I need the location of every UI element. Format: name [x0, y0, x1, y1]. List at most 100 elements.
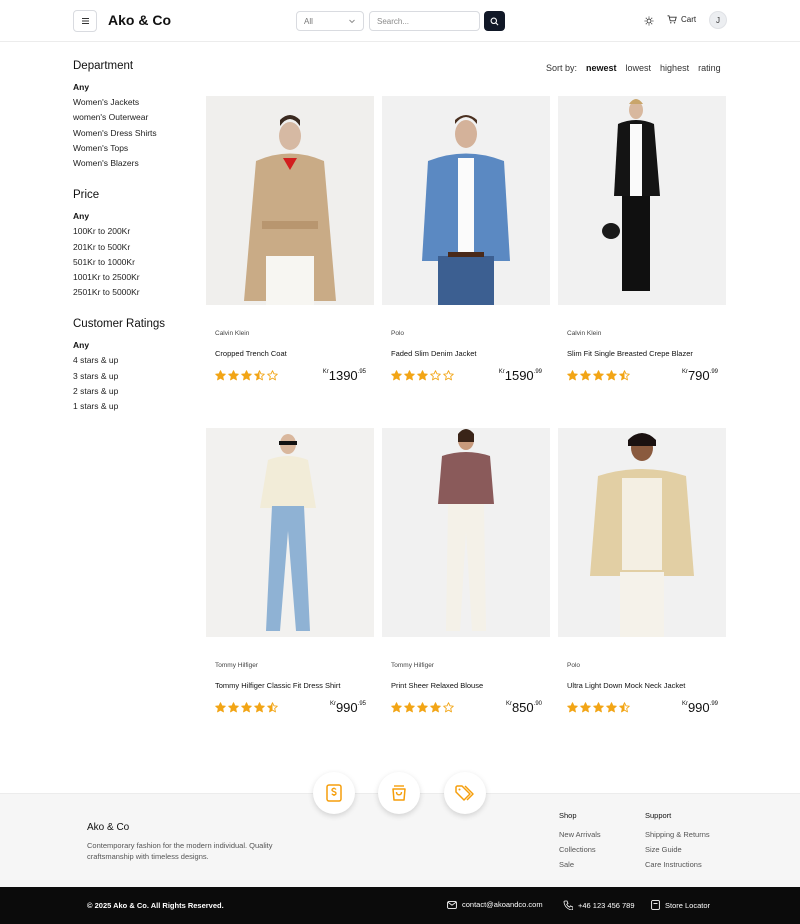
star-filled-icon	[404, 370, 415, 381]
department-option[interactable]: Women's Jackets	[73, 95, 193, 110]
search-button[interactable]	[484, 11, 505, 31]
rating-option[interactable]: 1 stars & up	[73, 399, 193, 414]
product-image[interactable]	[382, 428, 550, 637]
star-empty-icon	[443, 702, 454, 713]
menu-button[interactable]	[73, 10, 97, 32]
sort-highest[interactable]: highest	[660, 63, 689, 73]
price-cents: .90	[533, 701, 542, 707]
brand-logo[interactable]: Ako & Co	[108, 12, 171, 28]
rating-stars	[391, 370, 454, 381]
price-main: 850	[511, 700, 534, 715]
shopping-feature-button[interactable]	[378, 772, 420, 814]
product-price: Kr990.95	[330, 700, 366, 715]
star-filled-icon	[404, 702, 415, 713]
product-image[interactable]	[558, 96, 726, 305]
hamburger-icon	[81, 18, 89, 24]
footer-link-sale[interactable]: Sale	[559, 860, 601, 875]
product-card[interactable]: Polo Ultra Light Down Mock Neck Jacket K…	[558, 428, 726, 716]
sort-rating[interactable]: rating	[698, 63, 721, 73]
footer-link-size-guide[interactable]: Size Guide	[645, 845, 710, 860]
product-image[interactable]	[382, 96, 550, 305]
price-filter: Price Any 100Kr to 200Kr 201Kr to 500Kr …	[73, 189, 193, 300]
product-price: Kr1390.95	[323, 368, 366, 383]
product-name[interactable]: Tommy Hilfiger Classic Fit Dress Shirt	[215, 681, 374, 692]
footer-link-shipping[interactable]: Shipping & Returns	[645, 830, 710, 845]
price-option[interactable]: 201Kr to 500Kr	[73, 240, 193, 255]
star-empty-icon	[443, 370, 454, 381]
star-filled-icon	[241, 702, 252, 713]
product-card[interactable]: Tommy Hilfiger Print Sheer Relaxed Blous…	[382, 428, 550, 716]
price-option[interactable]: Any	[73, 209, 193, 224]
price-option[interactable]: 501Kr to 1000Kr	[73, 255, 193, 270]
department-option[interactable]: Women's Dress Shirts	[73, 126, 193, 141]
product-card[interactable]: Polo Faded Slim Denim Jacket Kr1590.99	[382, 96, 550, 384]
department-filter: Department Any Women's Jackets women's O…	[73, 60, 193, 171]
tags-feature-button[interactable]	[444, 772, 486, 814]
currency-symbol: Kr	[505, 701, 512, 707]
copyright-text: © 2025 Ako & Co. All Rights Reserved.	[87, 901, 224, 910]
rating-option[interactable]: 4 stars & up	[73, 353, 193, 368]
bottom-bar: © 2025 Ako & Co. All Rights Reserved. co…	[0, 887, 800, 924]
store-locator-link[interactable]: Store Locator	[651, 900, 710, 910]
product-image[interactable]	[558, 428, 726, 637]
star-filled-icon	[580, 370, 591, 381]
footer-brand: Ako & Co	[87, 822, 130, 833]
product-name[interactable]: Ultra Light Down Mock Neck Jacket	[567, 681, 726, 692]
product-image[interactable]	[206, 96, 374, 305]
product-card[interactable]: Calvin Klein Cropped Trench Coat Kr1390.…	[206, 96, 374, 384]
star-filled-icon	[606, 702, 617, 713]
price-option[interactable]: 100Kr to 200Kr	[73, 224, 193, 239]
department-option[interactable]: Any	[73, 80, 193, 95]
email-link[interactable]: contact@akoandco.com	[447, 900, 543, 909]
price-option[interactable]: 1001Kr to 2500Kr	[73, 270, 193, 285]
star-filled-icon	[606, 370, 617, 381]
footer-link-collections[interactable]: Collections	[559, 845, 601, 860]
user-avatar[interactable]: J	[709, 11, 727, 29]
department-option[interactable]: Women's Blazers	[73, 156, 193, 171]
footer-link-new-arrivals[interactable]: New Arrivals	[559, 830, 601, 845]
footer-link-care[interactable]: Care Instructions	[645, 860, 710, 875]
cart-label: Cart	[681, 15, 697, 24]
sun-icon	[644, 16, 654, 26]
product-name[interactable]: Print Sheer Relaxed Blouse	[391, 681, 550, 692]
star-half-icon	[619, 702, 630, 713]
product-name[interactable]: Faded Slim Denim Jacket	[391, 349, 550, 360]
cart-button[interactable]: Cart	[667, 15, 696, 24]
product-brand: Polo	[391, 330, 405, 337]
rating-option[interactable]: 3 stars & up	[73, 369, 193, 384]
store-icon	[651, 900, 660, 910]
rating-stars	[567, 702, 630, 713]
mail-icon	[447, 900, 457, 909]
product-image[interactable]	[206, 428, 374, 637]
product-brand: Tommy Hilfiger	[215, 662, 258, 669]
product-card[interactable]: Calvin Klein Slim Fit Single Breasted Cr…	[558, 96, 726, 384]
star-half-icon	[267, 702, 278, 713]
product-brand: Tommy Hilfiger	[391, 662, 434, 669]
sort-label: Sort by:	[546, 63, 578, 73]
phone-link[interactable]: +46 123 456 789	[563, 900, 635, 910]
price-main: 1390	[328, 368, 358, 383]
payment-feature-button[interactable]	[313, 772, 355, 814]
star-filled-icon	[228, 370, 239, 381]
department-option[interactable]: women's Outerwear	[73, 110, 193, 125]
star-filled-icon	[215, 702, 226, 713]
product-name[interactable]: Cropped Trench Coat	[215, 349, 374, 360]
footer-description: Contemporary fashion for the modern indi…	[87, 841, 273, 861]
theme-toggle-button[interactable]	[642, 14, 656, 28]
search-input[interactable]	[369, 11, 480, 31]
rating-option[interactable]: Any	[73, 338, 193, 353]
category-select[interactable]: All	[296, 11, 364, 31]
top-header: Ako & Co All Cart J	[0, 0, 800, 42]
price-main: 790	[687, 368, 710, 383]
sort-newest[interactable]: newest	[586, 63, 617, 73]
department-option[interactable]: Women's Tops	[73, 141, 193, 156]
sort-lowest[interactable]: lowest	[626, 63, 652, 73]
rating-stars	[567, 370, 630, 381]
price-cents: .95	[357, 701, 366, 707]
product-card[interactable]: Tommy Hilfiger Tommy Hilfiger Classic Fi…	[206, 428, 374, 716]
currency-symbol: Kr	[329, 701, 336, 707]
rating-option[interactable]: 2 stars & up	[73, 384, 193, 399]
price-option[interactable]: 2501Kr to 5000Kr	[73, 285, 193, 300]
product-brand: Calvin Klein	[215, 330, 250, 337]
product-name[interactable]: Slim Fit Single Breasted Crepe Blazer	[567, 349, 726, 360]
